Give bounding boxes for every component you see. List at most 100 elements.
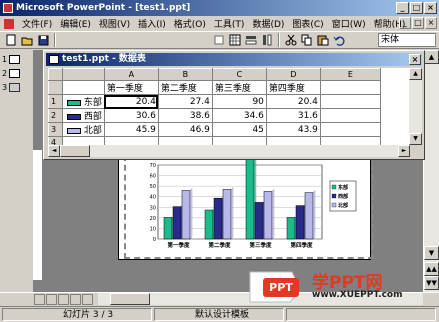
- scroll-thumb[interactable]: [110, 293, 150, 305]
- slide-item-2[interactable]: 2: [2, 68, 30, 79]
- menu-insert[interactable]: 插入(I): [134, 17, 170, 30]
- value-cell[interactable]: 43.9: [265, 122, 321, 137]
- menu-data[interactable]: 数据(D): [248, 17, 288, 30]
- value-cell[interactable]: 45: [211, 122, 267, 137]
- value-cell[interactable]: 20.4: [103, 94, 159, 109]
- slide-view-button[interactable]: [58, 294, 69, 305]
- value-cell[interactable]: 46.9: [157, 122, 213, 137]
- menu-tools[interactable]: 工具(T): [210, 17, 249, 30]
- menu-edit[interactable]: 编辑(E): [56, 17, 95, 30]
- paste-icon[interactable]: [316, 33, 330, 47]
- category-header-cell[interactable]: 第四季度: [265, 80, 321, 95]
- maximize-button[interactable]: □: [410, 2, 423, 14]
- bar-side: [271, 189, 275, 240]
- menu-format[interactable]: 格式(O): [170, 17, 210, 30]
- by-row-icon[interactable]: [244, 33, 258, 47]
- slide-item-1[interactable]: 1: [2, 54, 30, 65]
- close-button[interactable]: ×: [424, 2, 437, 14]
- series-name-cell[interactable]: 西部: [62, 108, 105, 123]
- doc-close-button[interactable]: ×: [425, 17, 437, 29]
- row-header[interactable]: 3: [48, 122, 63, 137]
- menu-file[interactable]: 文件(F): [18, 17, 56, 30]
- menu-chart[interactable]: 图表(C): [288, 17, 327, 30]
- datasheet-title-bar[interactable]: test1.ppt - 数据表 ×: [46, 53, 422, 66]
- status-bar: 幻灯片 3 / 3 默认设计模板: [0, 306, 439, 321]
- category-header-cell[interactable]: 第一季度: [103, 80, 159, 95]
- scroll-down-button[interactable]: ▼: [409, 133, 422, 145]
- doc-minimize-button[interactable]: _: [399, 17, 411, 29]
- select-all-corner[interactable]: [48, 68, 63, 81]
- series-swatch-icon: [67, 99, 81, 106]
- value-cell[interactable]: 31.6: [265, 108, 321, 123]
- minimize-button[interactable]: _: [396, 2, 409, 14]
- table-cell[interactable]: [319, 122, 381, 137]
- table-cell[interactable]: [319, 94, 381, 109]
- table-cell[interactable]: [62, 80, 105, 95]
- category-header-cell[interactable]: 第二季度: [157, 80, 213, 95]
- column-header-d[interactable]: D: [265, 68, 321, 81]
- column-header[interactable]: [62, 68, 105, 81]
- column-header-a[interactable]: A: [103, 68, 159, 81]
- table-cell[interactable]: [319, 108, 381, 123]
- scroll-left-button[interactable]: ◄: [48, 145, 60, 157]
- y-tick-label: 70: [150, 163, 156, 169]
- slide-sorter-button[interactable]: [70, 294, 81, 305]
- table-cell[interactable]: [319, 80, 381, 95]
- vertical-scrollbar[interactable]: ▲ ▼ ▲▲ ▼▼: [423, 50, 439, 292]
- scroll-up-button[interactable]: ▲: [424, 50, 439, 64]
- slide-item-3[interactable]: 3: [2, 82, 30, 93]
- scroll-thumb[interactable]: [60, 145, 90, 157]
- view-datasheet-icon[interactable]: [228, 33, 242, 47]
- copy-icon[interactable]: [300, 33, 314, 47]
- category-header-cell[interactable]: 第三季度: [211, 80, 267, 95]
- import-file-icon[interactable]: [212, 33, 226, 47]
- menu-window[interactable]: 窗口(W): [328, 17, 370, 30]
- menu-view[interactable]: 视图(V): [95, 17, 134, 30]
- save-icon[interactable]: [36, 33, 50, 47]
- chart-object[interactable]: 0 10 20 30 40 50 60 70 第一季度 第二季度 第三季度 第四季度 东部 西部 北部: [124, 155, 374, 259]
- new-icon[interactable]: [4, 33, 18, 47]
- slide-number: 1: [2, 55, 8, 64]
- series-name-cell[interactable]: 北部: [62, 122, 105, 137]
- undo-icon[interactable]: [332, 33, 346, 47]
- row-header[interactable]: 1: [48, 94, 63, 109]
- outline-view-button[interactable]: [46, 294, 57, 305]
- cut-icon[interactable]: [284, 33, 298, 47]
- value-cell[interactable]: 34.6: [211, 108, 267, 123]
- value-cell[interactable]: 30.6: [103, 108, 159, 123]
- scroll-up-button[interactable]: ▲: [409, 68, 422, 80]
- column-header-b[interactable]: B: [157, 68, 213, 81]
- value-cell[interactable]: 90: [211, 94, 267, 109]
- value-cell[interactable]: 38.6: [157, 108, 213, 123]
- slide-thumbnail-icon: [9, 83, 21, 92]
- open-icon[interactable]: [20, 33, 34, 47]
- datasheet-window[interactable]: test1.ppt - 数据表 × A B C D E 第一季度 第二季度 第三…: [43, 50, 425, 160]
- series-name-cell[interactable]: 东部: [62, 94, 105, 109]
- datasheet-grid[interactable]: A B C D E 第一季度 第二季度 第三季度 第四季度 1 东部 20.4 …: [48, 68, 410, 149]
- y-tick-label: 30: [150, 205, 156, 211]
- row-header[interactable]: [48, 80, 63, 95]
- document-icon[interactable]: [4, 18, 14, 29]
- datasheet-close-button[interactable]: ×: [409, 54, 421, 65]
- scroll-down-button[interactable]: ▼: [424, 246, 439, 260]
- datasheet-vertical-scrollbar[interactable]: ▲ ▼: [409, 68, 422, 145]
- column-header-c[interactable]: C: [211, 68, 267, 81]
- scroll-right-button[interactable]: ►: [398, 145, 410, 157]
- menu-bar: 文件(F) 编辑(E) 视图(V) 插入(I) 格式(O) 工具(T) 数据(D…: [0, 16, 439, 31]
- datasheet-horizontal-scrollbar[interactable]: ◄ ►: [48, 145, 410, 157]
- slide-show-button[interactable]: [82, 294, 93, 305]
- value-cell[interactable]: 45.9: [103, 122, 159, 137]
- powerpoint-app-icon[interactable]: [3, 3, 13, 13]
- table-row: 1 东部 20.4 27.4 90 20.4: [48, 94, 381, 109]
- value-cell[interactable]: 27.4: [157, 94, 213, 109]
- value-cell[interactable]: 20.4: [265, 94, 321, 109]
- watermark-badge: PPT: [263, 278, 299, 297]
- doc-restore-button[interactable]: □: [412, 17, 424, 29]
- by-column-icon[interactable]: [260, 33, 274, 47]
- window-title: Microsoft PowerPoint - [test1.ppt]: [16, 3, 191, 13]
- bar: [163, 217, 173, 240]
- column-header-e[interactable]: E: [319, 68, 381, 81]
- font-name-field[interactable]: 宋体: [378, 33, 436, 47]
- normal-view-button[interactable]: [34, 294, 45, 305]
- row-header[interactable]: 2: [48, 108, 63, 123]
